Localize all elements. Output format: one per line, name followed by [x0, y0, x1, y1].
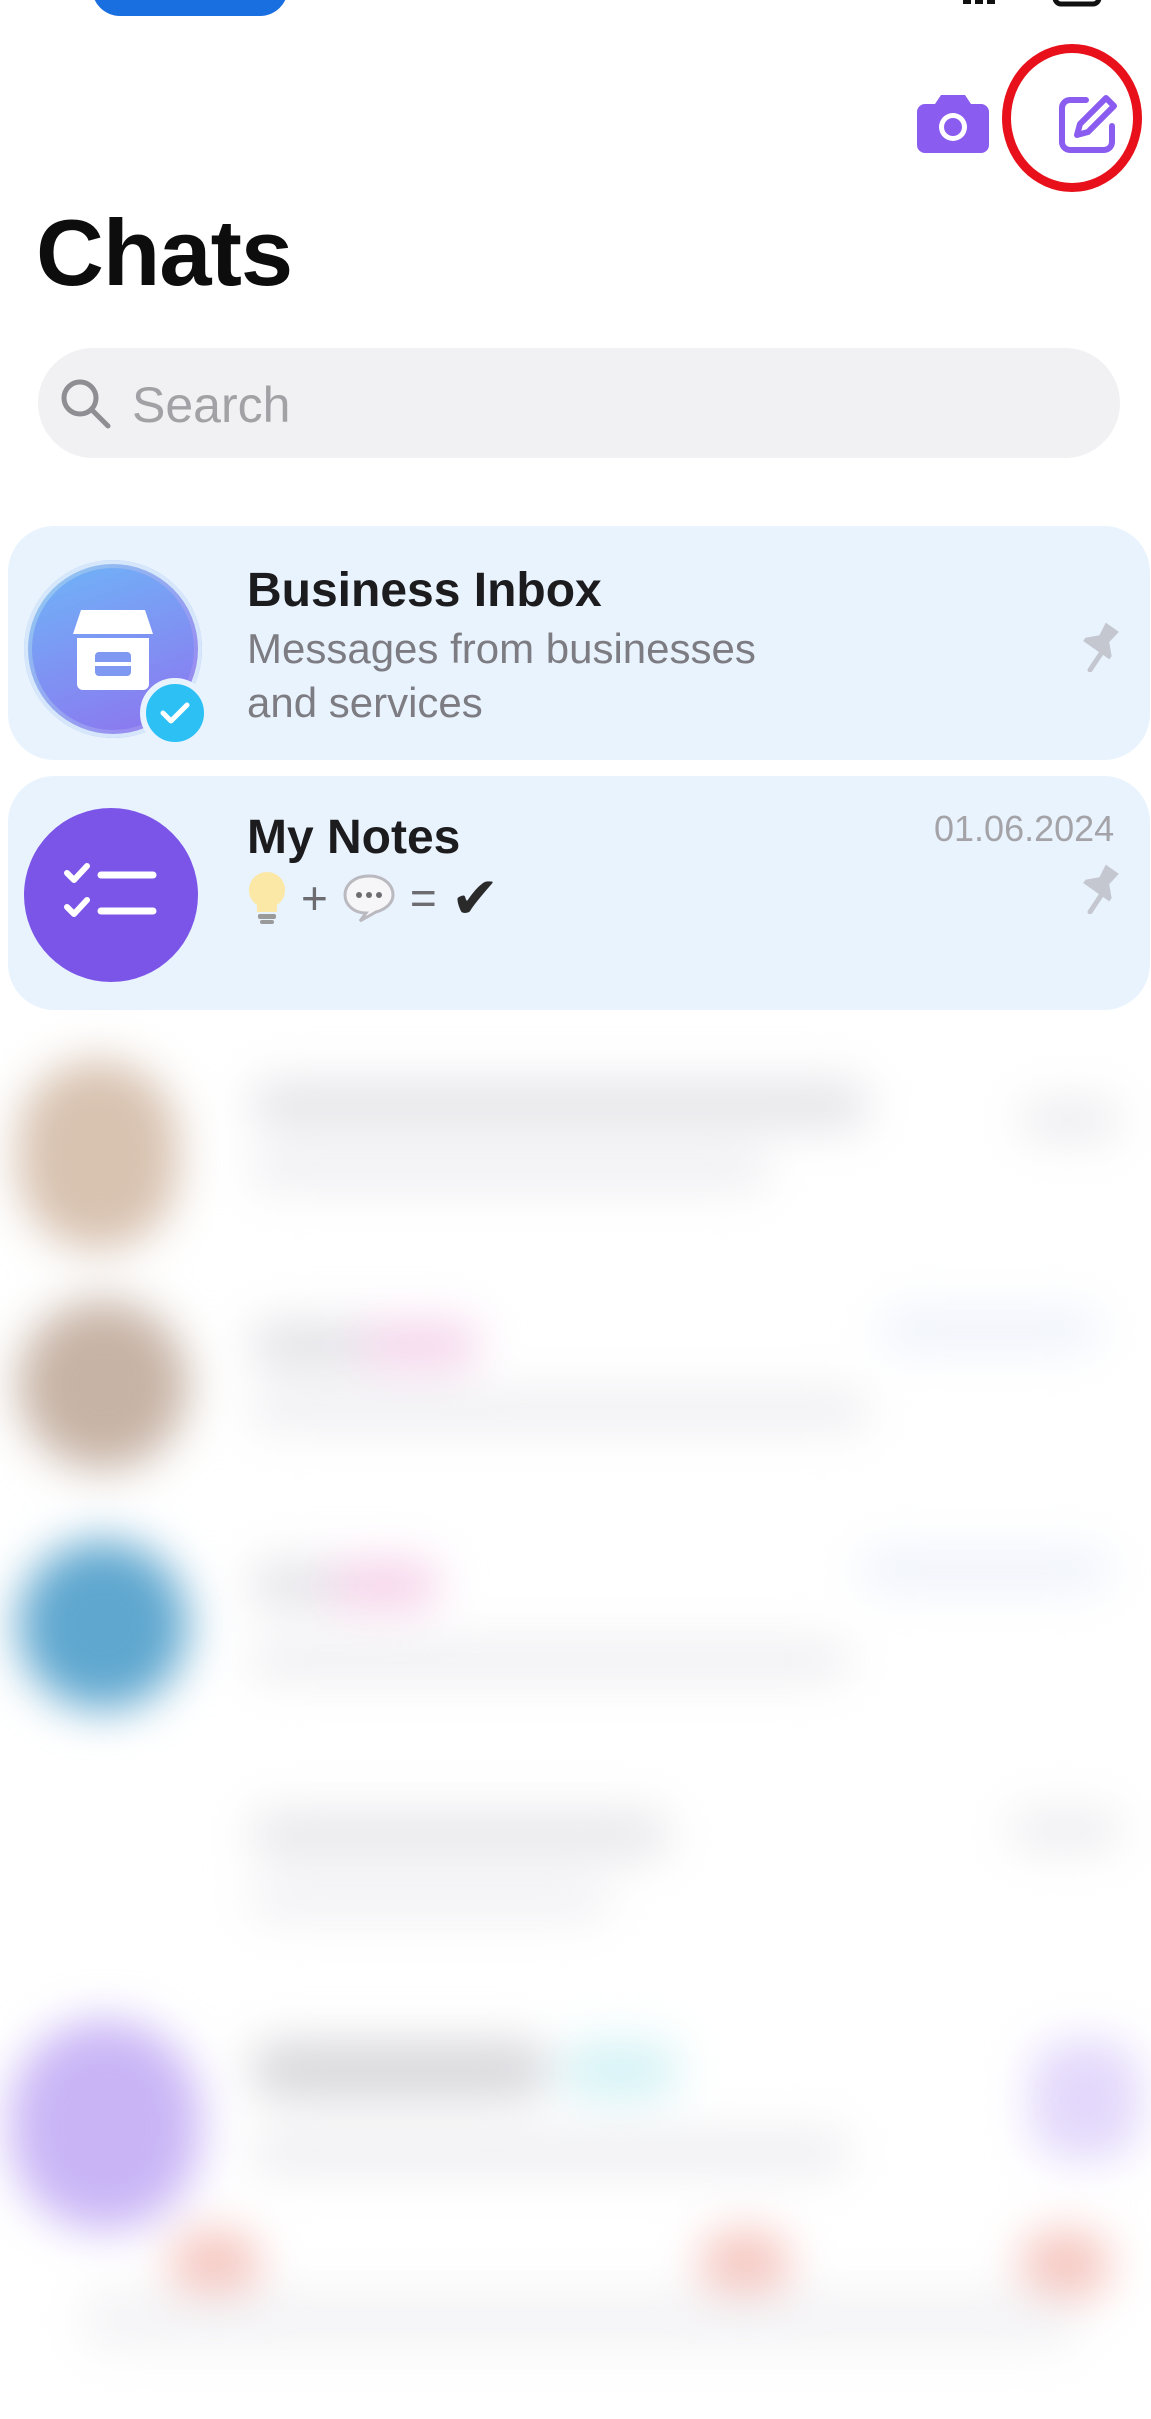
preview-check: ✔ — [450, 866, 500, 931]
verified-check-icon — [160, 702, 190, 724]
blurred-avatar — [18, 1540, 188, 1710]
blurred-line — [250, 1080, 870, 1130]
store-icon — [73, 610, 153, 690]
blurred-line — [560, 2040, 680, 2100]
chat-preview-line: and services — [247, 679, 483, 726]
highlight-ring — [1002, 44, 1142, 192]
page-title: Chats — [36, 200, 293, 305]
blurred-line — [360, 1320, 480, 1370]
blurred-line — [1020, 1100, 1120, 1140]
blurred-avatar — [18, 1060, 178, 1250]
pin-icon — [1083, 622, 1119, 672]
blurred-line — [1030, 2040, 1140, 2160]
checklist-icon — [64, 863, 157, 917]
chat-date: 01.06.2024 — [934, 808, 1115, 849]
search-icon — [61, 379, 111, 429]
blurred-line — [250, 1390, 870, 1430]
preview-equals: = — [409, 872, 437, 924]
blurred-line — [250, 1640, 850, 1680]
blurred-tab-bar — [80, 2290, 1080, 2350]
blurred-line — [860, 1550, 1110, 1590]
avatar-my-notes — [24, 808, 198, 982]
camera-button[interactable] — [913, 82, 993, 162]
chat-preview: Messages from businesses and services — [247, 622, 867, 730]
camera-icon — [917, 95, 989, 153]
blurred-line — [330, 1560, 440, 1610]
status-bar-indicators-icon — [963, 0, 1102, 7]
verified-badge — [140, 678, 210, 748]
pin-icon — [1083, 864, 1119, 914]
blurred-line — [250, 2040, 550, 2100]
blurred-line — [880, 1310, 1100, 1350]
status-bar-time-pill — [92, 0, 288, 16]
blurred-avatar — [18, 1300, 188, 1470]
chat-preview: + = ✔ — [247, 864, 499, 932]
chat-name: Business Inbox — [247, 564, 602, 617]
chat-preview-line: Messages from businesses — [247, 625, 756, 672]
blurred-line — [250, 1810, 670, 1860]
blurred-avatar — [10, 2020, 200, 2230]
blurred-line — [250, 2130, 850, 2175]
lightbulb-icon — [248, 871, 286, 924]
chat-name: My Notes — [247, 811, 461, 864]
blurred-chat-list — [0, 1040, 1151, 2419]
blurred-line — [1010, 1810, 1120, 1850]
preview-plus: + — [301, 872, 328, 924]
blurred-line — [250, 1150, 770, 1190]
search-input[interactable] — [130, 368, 1034, 442]
blurred-line — [250, 1880, 610, 1920]
speech-bubble-icon — [343, 874, 395, 923]
